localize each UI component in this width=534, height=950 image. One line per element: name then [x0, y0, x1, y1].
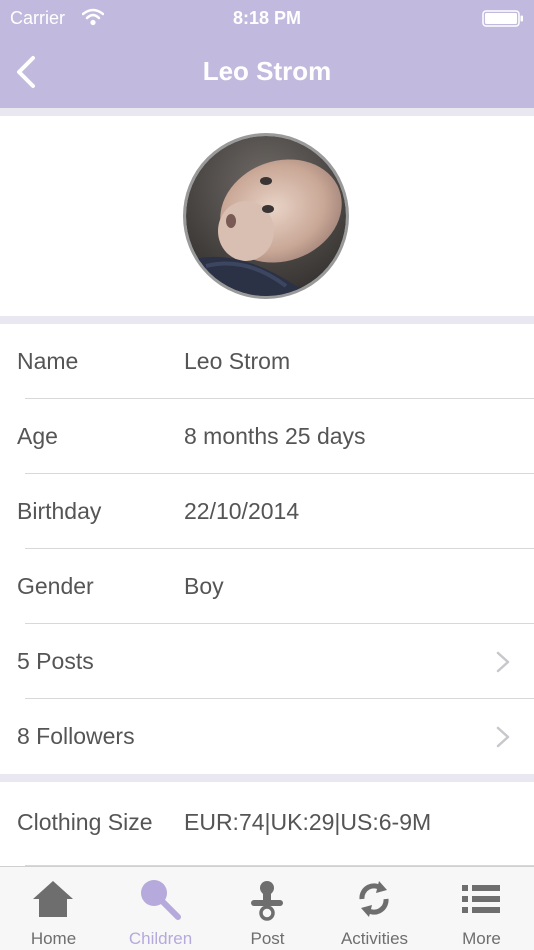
- tab-children[interactable]: Children: [107, 867, 214, 950]
- status-bar: Carrier 8:18 PM: [0, 0, 534, 38]
- tab-label: Home: [30, 929, 77, 948]
- gender-label: Gender: [17, 573, 94, 599]
- home-icon: [33, 881, 73, 917]
- tab-home[interactable]: Home: [0, 867, 107, 950]
- age-row: Age 8 months 25 days: [0, 399, 534, 474]
- tab-label: Children: [128, 929, 193, 948]
- tab-label: Activities: [340, 929, 409, 948]
- section-divider: [0, 108, 534, 116]
- age-label: Age: [17, 423, 58, 449]
- avatar-section: [0, 116, 534, 316]
- rattle-icon: [141, 880, 181, 920]
- tab-more[interactable]: More: [428, 867, 534, 950]
- birthday-label: Birthday: [17, 498, 102, 524]
- chevron-right-icon: [496, 726, 510, 748]
- followers-row[interactable]: 8 Followers: [0, 699, 534, 774]
- header: Carrier 8:18 PM Leo Strom: [0, 0, 534, 108]
- birthday-value: 22/10/2014: [184, 498, 300, 524]
- section-divider: [0, 774, 534, 782]
- name-row: Name Leo Strom: [0, 324, 534, 399]
- child-photo: [186, 136, 346, 296]
- gender-row: Gender Boy: [0, 549, 534, 624]
- battery-icon: [482, 10, 523, 27]
- list-icon: [462, 885, 500, 913]
- tab-label: Post: [250, 929, 285, 948]
- followers-label: 8 Followers: [17, 723, 135, 749]
- posts-label: 5 Posts: [17, 648, 94, 674]
- pacifier-icon: [251, 881, 283, 921]
- name-label: Name: [17, 348, 79, 374]
- name-value: Leo Strom: [184, 348, 291, 374]
- age-value: 8 months 25 days: [184, 423, 366, 449]
- page-title: Leo Strom: [202, 56, 332, 86]
- avatar[interactable]: [183, 133, 349, 299]
- posts-row[interactable]: 5 Posts: [0, 624, 534, 699]
- gender-value: Boy: [184, 573, 224, 599]
- clothing-size-row: Clothing Size EUR:74|UK:29|US:6-9M: [0, 782, 534, 866]
- tab-bar: Home Children Post Activities More: [0, 866, 534, 950]
- birthday-row: Birthday 22/10/2014: [0, 474, 534, 549]
- clothing-size-label: Clothing Size: [17, 809, 153, 835]
- tab-post[interactable]: Post: [214, 867, 321, 950]
- tab-label: More: [462, 929, 501, 948]
- chevron-right-icon: [496, 651, 510, 673]
- refresh-icon: [359, 881, 389, 917]
- status-time: 8:18 PM: [232, 8, 302, 28]
- tab-activities[interactable]: Activities: [321, 867, 428, 950]
- section-divider: [0, 316, 534, 324]
- clothing-size-value: EUR:74|UK:29|US:6-9M: [184, 809, 432, 835]
- nav-bar: Leo Strom: [0, 38, 534, 108]
